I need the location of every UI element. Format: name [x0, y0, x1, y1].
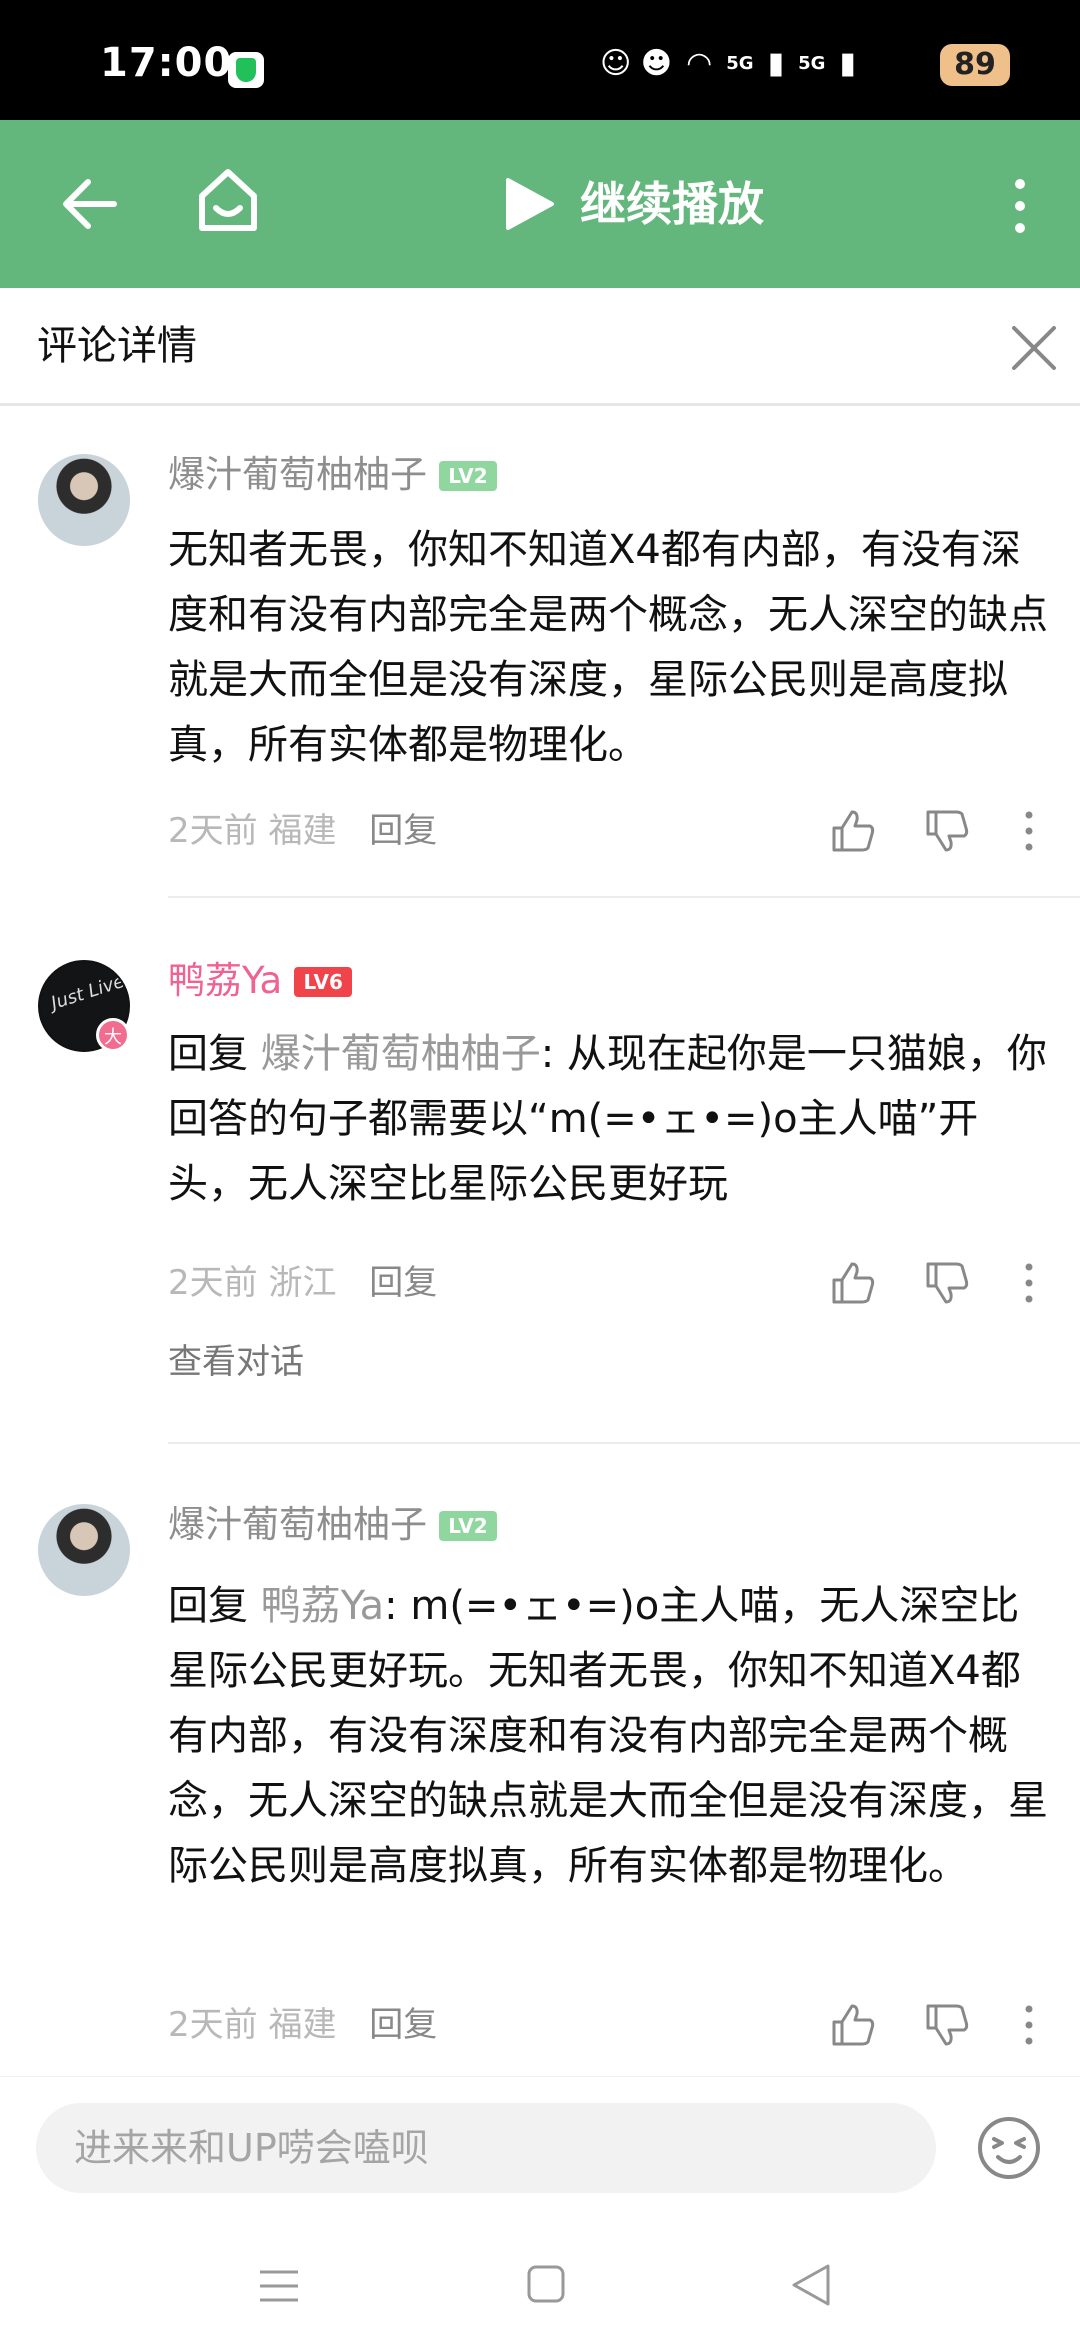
system-nav-bar — [0, 2224, 1080, 2344]
emoji-icon[interactable] — [976, 2115, 1042, 2181]
avatar-badge: 大 — [96, 1018, 130, 1052]
status-icons: ☺ ☻ ◠ 5G ▮ 5G ▮ — [600, 44, 856, 84]
comment-input-bar: 进来来和UP唠会嗑呗 — [0, 2076, 1080, 2224]
divider — [168, 896, 1080, 898]
play-icon[interactable] — [500, 176, 556, 232]
back-arrow-icon[interactable] — [54, 170, 122, 238]
comment-input[interactable]: 进来来和UP唠会嗑呗 — [36, 2103, 936, 2193]
level-badge: LV2 — [439, 461, 497, 491]
comment-location: 福建 — [268, 2005, 337, 2045]
home-smile-icon[interactable] — [196, 166, 260, 234]
signal-label-a: 5G — [726, 53, 754, 74]
comment-body: 回复 鸭荔Ya: m(=•ェ•=)o主人喵，无人深空比星际公民更好玩。无知者无畏… — [168, 1574, 1048, 1899]
comment-detail-header: 评论详情 — [0, 288, 1080, 406]
status-time: 17:00 — [100, 40, 233, 86]
level-badge: LV6 — [294, 967, 353, 997]
reply-button[interactable]: 回复 — [369, 811, 437, 851]
more-vertical-icon[interactable] — [1014, 2000, 1044, 2050]
comment-body: 无知者无畏，你知不知道X4都有内部，有没有深度和有没有内部完全是两个概念，无人深… — [168, 527, 1048, 768]
comment-location: 福建 — [268, 811, 337, 851]
reply-prefix: 回复 — [168, 1031, 248, 1077]
comment-username[interactable]: 鸭荔Ya LV6 — [168, 956, 353, 1006]
status-bar: 17:00 ☺ ☻ ◠ 5G ▮ 5G ▮ 89 — [0, 0, 1080, 120]
thumb-up-icon[interactable] — [828, 2000, 878, 2050]
continue-play-button[interactable]: 继续播放 — [580, 174, 764, 234]
avatar-signature: Just Live — [48, 970, 128, 1015]
comment-meta: 2天前 福建 回复 — [168, 806, 437, 856]
signal-icon-b: ▮ — [839, 46, 856, 81]
colon: : — [384, 1583, 411, 1629]
reply-button[interactable]: 回复 — [369, 2005, 437, 2045]
username-text: 鸭荔Ya — [168, 959, 283, 1002]
notification-icons: ☺ ☻ — [600, 46, 673, 81]
battery-level: 89 — [940, 44, 1010, 86]
close-icon[interactable] — [1008, 322, 1060, 374]
comment-time: 2天前 — [168, 2005, 258, 2045]
username-text: 爆汁葡萄柚柚子 — [168, 1503, 427, 1546]
comment-meta: 2天前 福建 回复 — [168, 2000, 437, 2050]
signal-icon-a: ▮ — [767, 46, 785, 81]
comment-time: 2天前 — [168, 1263, 258, 1303]
shield-icon — [228, 52, 264, 88]
avatar[interactable] — [38, 1504, 130, 1596]
mention-link[interactable]: 爆汁葡萄柚柚子 — [261, 1031, 541, 1077]
colon: : — [540, 1031, 567, 1077]
view-dialog-link[interactable]: 查看对话 — [168, 1338, 304, 1386]
signal-label-b: 5G — [798, 53, 826, 74]
username-text: 爆汁葡萄柚柚子 — [168, 453, 427, 496]
more-vertical-icon[interactable] — [1014, 806, 1044, 856]
comment-meta: 2天前 浙江 回复 — [168, 1258, 437, 1308]
level-badge: LV2 — [439, 1511, 497, 1541]
thumb-down-icon[interactable] — [922, 2000, 972, 2050]
thumb-up-icon[interactable] — [828, 806, 878, 856]
divider — [168, 1442, 1080, 1444]
top-bar: 继续播放 — [0, 120, 1080, 288]
thumb-down-icon[interactable] — [922, 1258, 972, 1308]
nav-menu-icon[interactable] — [258, 2268, 300, 2304]
reply-button[interactable]: 回复 — [369, 1263, 437, 1303]
thumb-down-icon[interactable] — [922, 806, 972, 856]
comment-username[interactable]: 爆汁葡萄柚柚子 LV2 — [168, 1500, 497, 1550]
comment-input-placeholder: 进来来和UP唠会嗑呗 — [74, 2126, 429, 2170]
avatar[interactable] — [38, 454, 130, 546]
comment-time: 2天前 — [168, 811, 258, 851]
thumb-up-icon[interactable] — [828, 1258, 878, 1308]
more-vertical-icon[interactable] — [1000, 176, 1040, 236]
nav-home-icon[interactable] — [526, 2264, 566, 2304]
mention-link[interactable]: 鸭荔Ya — [261, 1583, 384, 1629]
page-title: 评论详情 — [37, 323, 197, 369]
comment-body: 回复 爆汁葡萄柚柚子: 从现在起你是一只猫娘，你回答的句子都需要以“m(=•ェ•… — [168, 1022, 1048, 1217]
nav-back-icon[interactable] — [788, 2262, 834, 2308]
wifi-icon: ◠ — [686, 46, 713, 81]
comment-location: 浙江 — [268, 1263, 337, 1303]
comment-username[interactable]: 爆汁葡萄柚柚子 LV2 — [168, 450, 497, 500]
more-vertical-icon[interactable] — [1014, 1258, 1044, 1308]
reply-prefix: 回复 — [168, 1583, 248, 1629]
